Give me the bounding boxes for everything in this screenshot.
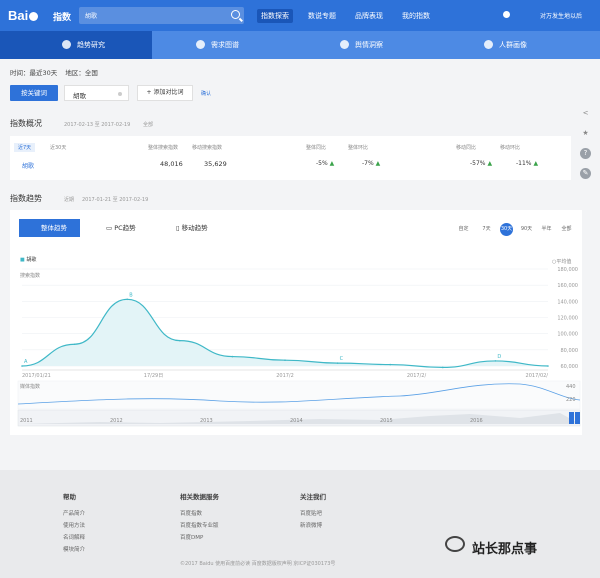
- y-tick-label: 100,000: [557, 332, 578, 338]
- x-tick-label: 2017/2: [276, 373, 294, 379]
- x-tick-label: 2017/02/: [526, 373, 549, 379]
- y-tick-label: 60,000: [561, 364, 579, 370]
- footer-link[interactable]: 百度DMP: [180, 533, 203, 541]
- watermark: 站长那点事: [472, 542, 538, 557]
- y-tick-label: 80,000: [561, 348, 579, 354]
- year-tick: 2014: [290, 418, 303, 424]
- footer-link[interactable]: 新浪微博: [300, 521, 322, 529]
- x-tick-label: 2017/01/21: [22, 373, 51, 379]
- event-marker: D: [497, 354, 501, 360]
- overview-chart: [17, 380, 581, 410]
- footer-link[interactable]: 名词解释: [63, 533, 85, 541]
- data-point: [442, 366, 444, 369]
- data-point: [73, 343, 76, 346]
- year-tick: 2015: [380, 418, 393, 424]
- mini-tick-bottom: 220: [566, 397, 576, 403]
- year-tick: 2012: [110, 418, 123, 424]
- footer-link[interactable]: 模块简介: [63, 545, 85, 553]
- event-marker: B: [129, 292, 133, 298]
- y-tick-label: 120,000: [557, 316, 578, 322]
- data-point: [284, 359, 286, 362]
- footer-link[interactable]: 百度贴吧: [300, 509, 322, 517]
- data-point: [336, 362, 339, 364]
- y-tick-label: 180,000: [557, 267, 578, 273]
- data-point: [389, 363, 392, 366]
- y-tick-label: 140,000: [557, 299, 578, 305]
- year-tick: 2013: [200, 418, 213, 424]
- copyright: ©2017 Baidu 使用百度前必读 百度数据版权声明 京ICP证030173…: [180, 561, 336, 567]
- event-marker: C: [340, 356, 344, 362]
- footer-follow-title: 关注我们: [300, 493, 326, 501]
- data-point: [126, 298, 128, 301]
- x-tick-label: 2017/2/: [407, 373, 427, 379]
- year-tick: 2016: [470, 418, 483, 424]
- slider-handle: [569, 412, 574, 424]
- y-tick-label: 160,000: [557, 283, 578, 289]
- footer-link[interactable]: 百度指数: [180, 509, 202, 517]
- data-point: [494, 360, 497, 362]
- year-tick: 2011: [20, 418, 33, 424]
- footer-link[interactable]: 百度指数专业版: [180, 521, 219, 529]
- mini-tick-top: 440: [566, 384, 576, 390]
- trend-chart[interactable]: 180,000 160,000 140,000 120,000 100,000 80,00…: [0, 0, 600, 440]
- slider-handle: [575, 412, 580, 424]
- data-point: [179, 339, 181, 342]
- data-point: [231, 355, 234, 358]
- footer-link[interactable]: 产品简介: [63, 509, 85, 517]
- footer-services-title: 相关数据服务: [180, 493, 219, 501]
- footer-help-title: 帮助: [63, 493, 76, 501]
- x-tick-label: 17/29日: [144, 373, 163, 379]
- data-point: [21, 365, 23, 367]
- event-marker: A: [24, 359, 28, 365]
- data-point: [547, 365, 549, 367]
- mini-chart-label: 媒体指数: [20, 384, 41, 390]
- wechat-icon: [445, 536, 465, 552]
- footer-link[interactable]: 使用方法: [63, 521, 85, 529]
